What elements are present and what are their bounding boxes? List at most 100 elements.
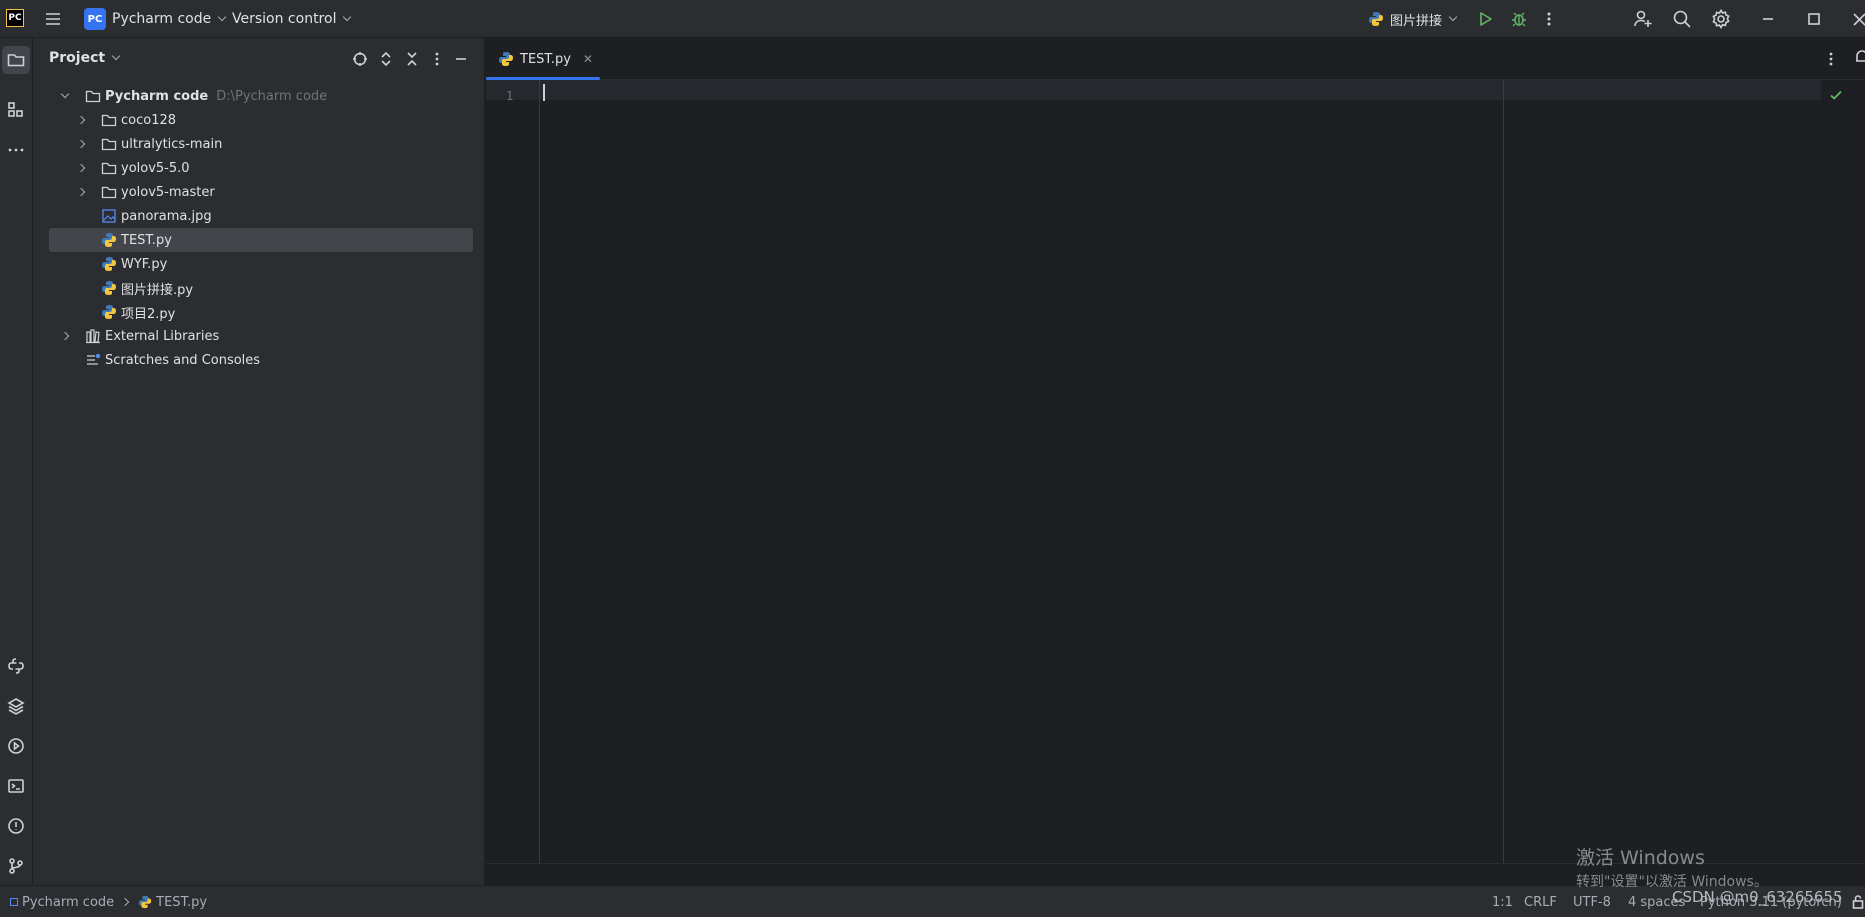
tab-close-icon[interactable]: ✕ (583, 52, 593, 66)
panel-options-button[interactable] (428, 50, 446, 68)
csdn-watermark: CSDN @m0_63265655 (1672, 888, 1843, 906)
hide-panel-button[interactable] (452, 50, 470, 68)
search-icon (1673, 10, 1691, 28)
tab-label: TEST.py (520, 51, 571, 67)
chevron-right-icon[interactable] (76, 187, 86, 197)
tree-item-folder[interactable]: ultralytics-main (49, 132, 473, 156)
tree-item-file[interactable]: 项目2.py (49, 300, 473, 324)
chevron-right-icon[interactable] (76, 115, 86, 125)
problems-tool-button[interactable] (2, 812, 30, 840)
chevron-down-icon (1448, 12, 1458, 22)
no-problems-check-icon[interactable] (1829, 88, 1843, 106)
git-tool-button[interactable] (2, 852, 30, 880)
expand-all-icon (381, 51, 391, 67)
python-file-icon (101, 304, 117, 320)
tree-item-scratches[interactable]: Scratches and Consoles (49, 348, 473, 372)
chevron-down-icon[interactable] (60, 89, 70, 99)
project-view-selector[interactable]: Project (49, 50, 121, 66)
collapse-all-icon (407, 52, 417, 66)
pycharm-logo-icon[interactable]: PC (6, 9, 24, 27)
tree-item-label: coco128 (121, 112, 177, 128)
python-file-icon (1369, 12, 1383, 26)
python-file-icon (499, 52, 513, 66)
lock-icon[interactable] (1852, 894, 1864, 914)
line-separator[interactable]: CRLF (1524, 886, 1557, 917)
structure-tool-button[interactable] (2, 96, 30, 124)
breadcrumb-file[interactable]: TEST.py (156, 895, 207, 910)
editor-text-area[interactable] (542, 80, 1842, 863)
window-minimize-button[interactable] (1760, 0, 1776, 38)
tree-item-file[interactable]: 图片拼接.py (49, 276, 473, 300)
settings-button[interactable] (1711, 0, 1731, 38)
run-icon (1480, 12, 1492, 26)
terminal-tool-button[interactable] (2, 772, 30, 800)
window-maximize-button[interactable] (1806, 0, 1822, 38)
caret-position[interactable]: 1:1 (1492, 886, 1513, 917)
search-everywhere-button[interactable] (1672, 0, 1692, 38)
layers-icon (7, 698, 25, 715)
main-menu-button[interactable] (44, 0, 62, 38)
bell-icon (1856, 50, 1865, 62)
debug-button[interactable] (1510, 0, 1528, 38)
run-configuration-selector[interactable]: 图片拼接 (1368, 0, 1458, 38)
tree-item-project-root[interactable]: Pycharm code D:\Pycharm code (49, 84, 473, 108)
windows-activation-title: 激活 Windows (1576, 847, 1705, 869)
chevron-right-icon[interactable] (60, 331, 70, 341)
hamburger-menu-icon (46, 13, 60, 25)
more-actions-button[interactable] (1545, 0, 1553, 38)
services-icon (8, 738, 24, 754)
notifications-button[interactable] (1855, 48, 1865, 70)
more-vert-icon (1547, 12, 1551, 26)
version-control-menu[interactable]: Version control (232, 0, 352, 38)
title-bar: PC PC Pycharm code Version control 图片拼接 (0, 0, 1865, 38)
tree-item-file[interactable]: panorama.jpg (49, 204, 473, 228)
tree-item-folder[interactable]: yolov5-5.0 (49, 156, 473, 180)
tree-item-label: yolov5-master (121, 184, 215, 200)
layers-tool-button[interactable] (2, 692, 30, 720)
tree-item-label: WYF.py (121, 256, 168, 272)
collapse-all-button[interactable] (403, 50, 421, 68)
tree-item-label: External Libraries (105, 328, 220, 344)
folder-icon (101, 136, 117, 152)
project-folder-icon (7, 54, 25, 67)
tree-item-file[interactable]: WYF.py (49, 252, 473, 276)
more-vert-icon (435, 52, 439, 66)
problems-icon (8, 818, 24, 834)
project-panel: Project Pycharm code D:\Pycharm code coc… (33, 38, 485, 885)
tree-item-label: panorama.jpg (121, 208, 212, 224)
tab-options-button[interactable] (1827, 50, 1835, 72)
expand-all-button[interactable] (377, 50, 395, 68)
chevron-right-icon[interactable] (76, 163, 86, 173)
tool-window-strip (0, 38, 33, 885)
window-close-button[interactable] (1852, 0, 1865, 38)
tree-item-folder[interactable]: coco128 (49, 108, 473, 132)
chevron-right-icon[interactable] (76, 139, 86, 149)
tree-item-label: Pycharm code D:\Pycharm code (105, 89, 327, 104)
project-tool-button[interactable] (2, 46, 30, 74)
image-file-icon (101, 208, 117, 224)
tree-item-folder[interactable]: yolov5-master (49, 180, 473, 204)
code-with-me-button[interactable] (1633, 0, 1653, 38)
line-number-gutter: 1 (486, 80, 540, 863)
more-tool-windows-button[interactable] (2, 136, 30, 164)
editor-tab-test-py[interactable]: TEST.py ✕ (486, 38, 600, 80)
select-opened-file-button[interactable] (351, 50, 369, 68)
run-button[interactable] (1476, 0, 1494, 38)
chevron-right-icon (120, 897, 130, 907)
tree-item-label: Scratches and Consoles (105, 352, 261, 368)
python-console-tool-button[interactable] (2, 652, 30, 680)
tree-item-label: 图片拼接.py (121, 282, 194, 298)
project-switcher[interactable]: PC Pycharm code (84, 0, 227, 38)
git-icon (9, 858, 23, 874)
python-file-icon (101, 280, 117, 296)
tree-item-external-libraries[interactable]: External Libraries (49, 324, 473, 348)
chevron-down-icon (218, 12, 227, 22)
tree-item-file-selected[interactable]: TEST.py (49, 228, 473, 252)
editor-tab-bar: TEST.py ✕ (486, 38, 1865, 80)
breadcrumb-project[interactable]: Pycharm code (22, 895, 114, 910)
project-panel-header: Project (33, 38, 485, 80)
services-tool-button[interactable] (2, 732, 30, 760)
folder-icon (101, 160, 117, 176)
project-panel-title: Project (49, 50, 106, 66)
editor-area: TEST.py ✕ 1 (486, 38, 1865, 885)
